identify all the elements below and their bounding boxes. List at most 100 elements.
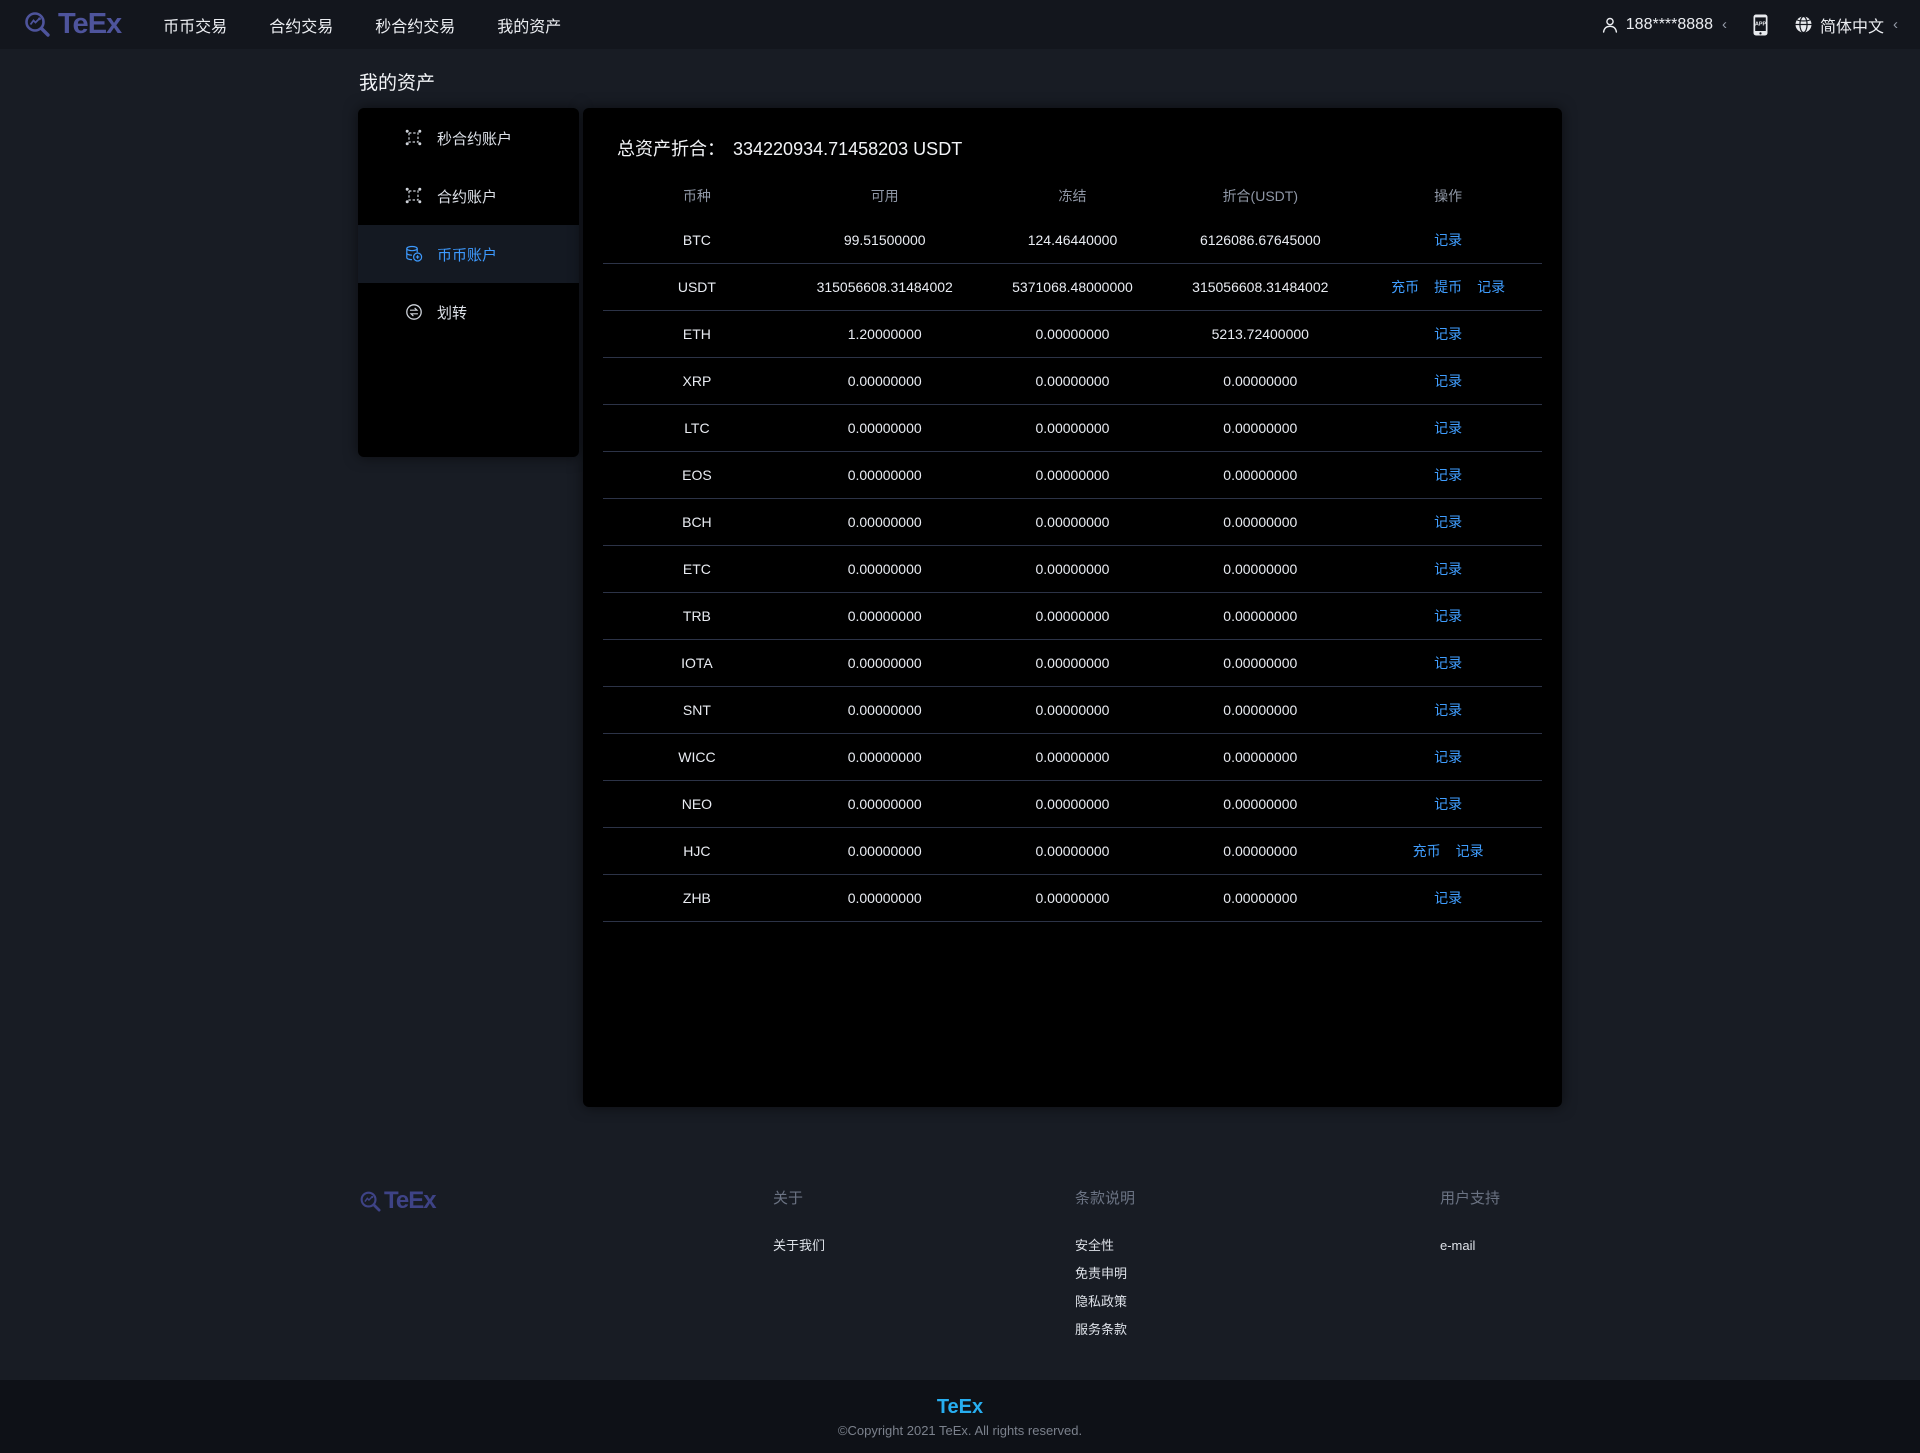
converted-value: 0.00000000 (1223, 373, 1298, 389)
coin-name: NEO (681, 796, 713, 812)
magnifier-chart-icon (358, 1189, 384, 1215)
nav-item-4[interactable]: 我的资产 (497, 13, 561, 37)
records-link[interactable]: 记录 (1434, 465, 1462, 485)
sidebar-item-label: 划转 (437, 304, 468, 322)
actions-cell: 记录 (1354, 653, 1542, 673)
sidebar-item-4[interactable]: 划转 (358, 283, 579, 341)
converted-value: 0.00000000 (1223, 796, 1298, 812)
bottom-bar: TeEx ©Copyright 2021 TeEx. All rights re… (0, 1380, 1920, 1453)
records-link[interactable]: 记录 (1434, 512, 1462, 532)
sidebar-item-label: 秒合约账户 (437, 130, 513, 148)
coin-name: SNT (682, 702, 711, 718)
coin-name: IOTA (681, 655, 713, 671)
records-link[interactable]: 记录 (1434, 700, 1462, 720)
footer-logo[interactable]: TeEx (358, 1187, 773, 1344)
footer-link[interactable]: 免责申明 (1075, 1260, 1440, 1288)
records-link[interactable]: 记录 (1434, 606, 1462, 626)
table-row: IOTA 0.00000000 0.00000000 0.00000000 记录 (603, 640, 1542, 687)
nav-item-2[interactable]: 合约交易 (269, 13, 333, 37)
app-download-button[interactable]: APP (1751, 13, 1770, 37)
actions-cell: 记录 (1354, 794, 1542, 814)
footer-link[interactable]: e-mail (1440, 1232, 1562, 1260)
actions-cell: 记录 (1354, 465, 1542, 485)
sidebar-item-label: 币币账户 (437, 246, 498, 264)
frozen-value: 0.00000000 (1035, 420, 1110, 436)
transfer-icon (405, 303, 423, 321)
actions-cell: 记录 (1354, 230, 1542, 250)
actions-cell: 记录 (1354, 324, 1542, 344)
records-link[interactable]: 记录 (1434, 324, 1462, 344)
records-link[interactable]: 记录 (1434, 230, 1462, 250)
frozen-value: 0.00000000 (1035, 796, 1110, 812)
svg-text:APP: APP (1755, 21, 1766, 27)
page-footer: TeEx 关于 关于我们 条款说明 安全性 免责申明 隐私政策 服务条款 用户支持 e-mail (358, 1187, 1562, 1344)
actions-cell: 记录 (1354, 512, 1542, 532)
converted-value: 0.00000000 (1223, 608, 1298, 624)
frozen-value: 0.00000000 (1035, 608, 1110, 624)
frozen-value: 0.00000000 (1035, 843, 1110, 859)
logo-text: TeEx (58, 8, 122, 40)
records-link[interactable]: 记录 (1434, 888, 1462, 908)
records-link[interactable]: 记录 (1434, 653, 1462, 673)
available-value: 0.00000000 (847, 702, 922, 718)
app-download-icon: APP (1751, 13, 1770, 37)
available-value: 0.00000000 (847, 420, 922, 436)
actions-cell: 记录 (1354, 747, 1542, 767)
table-row: BCH 0.00000000 0.00000000 0.00000000 记录 (603, 499, 1542, 546)
nav-item-3[interactable]: 秒合约交易 (375, 13, 455, 37)
column-header: 冻结 (1058, 188, 1087, 204)
footer-link[interactable]: 安全性 (1075, 1232, 1440, 1260)
converted-value: 0.00000000 (1223, 655, 1298, 671)
records-link[interactable]: 记录 (1434, 747, 1462, 767)
footer-link[interactable]: 服务条款 (1075, 1316, 1440, 1344)
sidebar-item-2[interactable]: 合约账户 (358, 167, 579, 225)
footer-link[interactable]: 关于我们 (773, 1232, 1075, 1260)
footer-link[interactable]: 隐私政策 (1075, 1288, 1440, 1316)
coins-icon (405, 245, 423, 263)
available-value: 99.51500000 (843, 232, 926, 248)
available-value: 315056608.31484002 (816, 279, 953, 295)
column-header: 折合(USDT) (1222, 188, 1298, 204)
converted-value: 315056608.31484002 (1192, 279, 1329, 295)
records-link[interactable]: 记录 (1434, 418, 1462, 438)
footer-column-2: 条款说明安全性 免责申明 隐私政策 服务条款 (1075, 1187, 1440, 1344)
deposit-link[interactable]: 充币 (1413, 841, 1441, 861)
table-row: LTC 0.00000000 0.00000000 0.00000000 记录 (603, 405, 1542, 452)
converted-value: 0.00000000 (1223, 702, 1298, 718)
footer-logo-text: TeEx (384, 1187, 437, 1214)
coin-name: HJC (683, 843, 711, 859)
footer-column-title: 条款说明 (1075, 1190, 1136, 1207)
table-row: EOS 0.00000000 0.00000000 0.00000000 记录 (603, 452, 1542, 499)
records-link[interactable]: 记录 (1434, 794, 1462, 814)
main-nav-menu: 币币交易 合约交易 秒合约交易 我的资产 (163, 13, 561, 37)
page-title: 我的资产 (359, 73, 436, 94)
table-row: XRP 0.00000000 0.00000000 0.00000000 记录 (603, 358, 1542, 405)
sidebar-item-1[interactable]: 秒合约账户 (358, 109, 579, 167)
user-account-menu[interactable]: 188****8888 ‹ (1601, 16, 1727, 34)
language-selector[interactable]: 简体中文 ‹ (1794, 13, 1898, 37)
converted-value: 0.00000000 (1223, 514, 1298, 530)
column-header: 可用 (870, 188, 899, 204)
converted-value: 0.00000000 (1223, 561, 1298, 577)
globe-icon (1794, 15, 1813, 34)
available-value: 0.00000000 (847, 655, 922, 671)
records-link[interactable]: 记录 (1477, 277, 1505, 297)
converted-value: 0.00000000 (1223, 843, 1298, 859)
records-link[interactable]: 记录 (1434, 371, 1462, 391)
nav-item-1[interactable]: 币币交易 (163, 13, 227, 37)
actions-cell: 记录 (1354, 700, 1542, 720)
converted-value: 0.00000000 (1223, 420, 1298, 436)
frozen-value: 0.00000000 (1035, 326, 1110, 342)
frozen-value: 0.00000000 (1035, 561, 1110, 577)
column-header: 币种 (682, 188, 711, 204)
deposit-link[interactable]: 充币 (1391, 277, 1419, 297)
converted-value: 0.00000000 (1223, 749, 1298, 765)
sidebar-item-3[interactable]: 币币账户 (358, 225, 579, 283)
user-chevron-icon: ‹ (1721, 16, 1727, 33)
withdraw-link[interactable]: 提币 (1434, 277, 1462, 297)
assets-table: 币种 可用 冻结 折合(USDT) 操作 BTC 99.51500000 124.46440… (603, 175, 1542, 922)
records-link[interactable]: 记录 (1456, 841, 1484, 861)
records-link[interactable]: 记录 (1434, 559, 1462, 579)
app-logo[interactable]: TeEx (22, 8, 122, 41)
coin-name: WICC (678, 749, 716, 765)
